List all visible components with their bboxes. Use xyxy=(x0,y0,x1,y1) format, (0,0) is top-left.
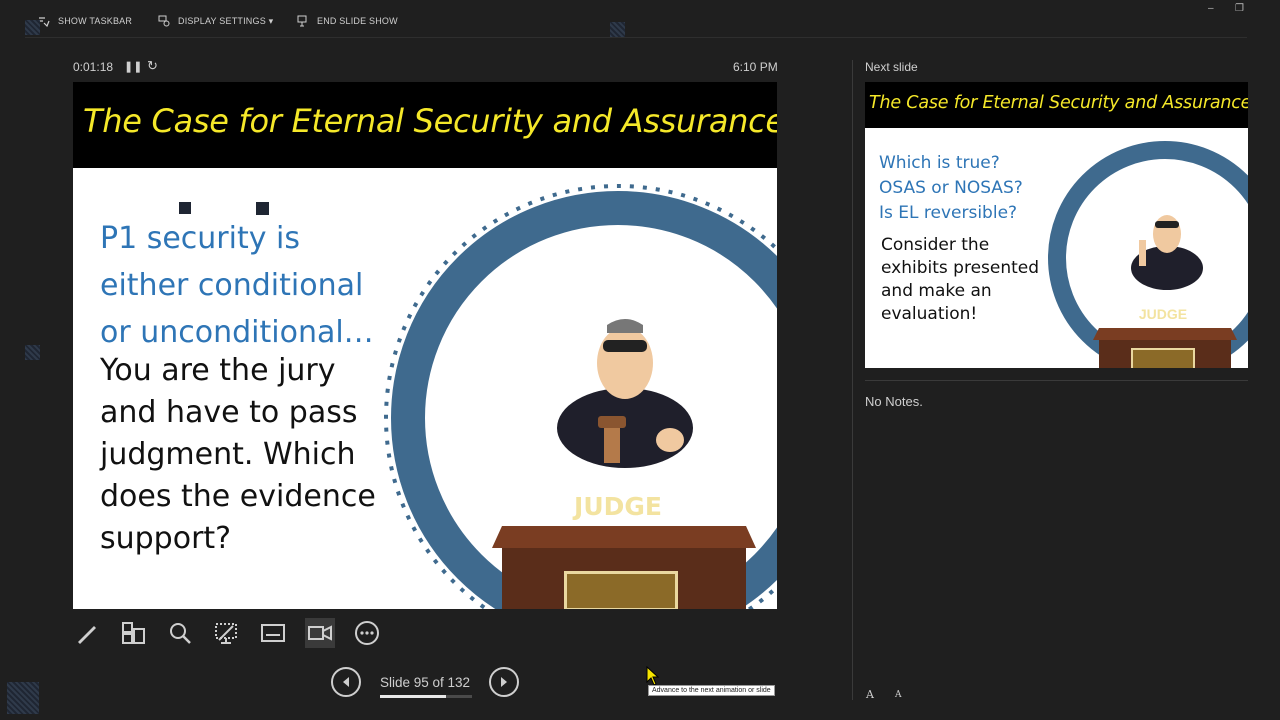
end-slide-show-label: END SLIDE SHOW xyxy=(317,16,398,26)
next-slide-title: The Case for Eternal Security and Assura… xyxy=(869,93,1248,113)
decor-square xyxy=(25,345,40,360)
display-settings-icon xyxy=(158,15,170,27)
panel-divider xyxy=(852,60,853,700)
current-slide[interactable]: The Case for Eternal Security and Assura… xyxy=(73,82,777,609)
tooltip: Advance to the next animation or slide xyxy=(648,685,775,696)
decor-square xyxy=(610,22,625,37)
camera-button[interactable] xyxy=(305,618,335,648)
pen-tool-button[interactable] xyxy=(72,618,102,648)
slide-line: support? xyxy=(100,521,232,556)
slide-line: P1 security is xyxy=(100,221,300,256)
decor-square xyxy=(256,202,269,215)
next-judge-illustration xyxy=(1048,141,1248,368)
next-slide-line: and make an xyxy=(881,281,992,301)
magnifier-icon xyxy=(170,623,191,644)
end-show-icon xyxy=(297,15,307,27)
next-slide-line: evaluation! xyxy=(881,304,978,324)
display-settings-button[interactable]: DISPLAY SETTINGS ▾ xyxy=(158,12,273,30)
slide-line: judgment. Which xyxy=(100,437,356,472)
notes-divider xyxy=(865,380,1248,381)
slide-line: You are the jury xyxy=(100,353,336,388)
video-camera-icon xyxy=(308,625,332,641)
next-slide-line: Consider the xyxy=(881,235,990,255)
mouse-cursor-icon xyxy=(646,666,660,686)
next-slide-line: Which is true? xyxy=(879,153,1000,173)
slide-line: or unconditional… xyxy=(100,315,374,350)
next-slide-blue-text: Which is true? OSAS or NOSAS? Is EL reve… xyxy=(879,151,1023,226)
next-slide-line: Is EL reversible? xyxy=(879,203,1018,223)
chevron-right-icon xyxy=(501,677,507,687)
next-slide-preview[interactable]: The Case for Eternal Security and Assura… xyxy=(865,82,1248,368)
slide-line: does the evidence xyxy=(100,479,376,514)
pen-icon xyxy=(78,626,96,644)
next-slide-button[interactable] xyxy=(489,667,519,697)
minimize-button[interactable]: – xyxy=(1208,3,1214,14)
judge-illustration xyxy=(384,184,777,609)
next-slide-label: Next slide xyxy=(865,60,918,74)
pause-timer-button[interactable]: ❚❚ xyxy=(124,60,142,73)
judge-figure xyxy=(492,319,756,609)
slide-blue-text: P1 security is either conditional or unc… xyxy=(100,215,430,356)
next-judge-label: JUDGE xyxy=(1138,306,1188,322)
display-settings-label: DISPLAY SETTINGS ▾ xyxy=(178,15,274,26)
previous-slide-button[interactable] xyxy=(331,667,361,697)
slide-line: and have to pass xyxy=(100,395,358,430)
next-slide-line: exhibits presented xyxy=(881,258,1040,278)
black-screen-button[interactable] xyxy=(211,618,241,648)
more-icon xyxy=(355,621,379,645)
judge-label: JUDGE xyxy=(574,492,662,521)
show-taskbar-label: SHOW TASKBAR xyxy=(58,16,133,26)
toolbar-divider xyxy=(25,37,1247,38)
slide-counter[interactable]: Slide 95 of 132 xyxy=(380,675,470,690)
decor-square xyxy=(25,20,40,35)
chevron-left-icon xyxy=(343,677,349,687)
decor-square xyxy=(179,202,191,214)
next-slide-line: OSAS or NOSAS? xyxy=(879,178,1023,198)
clock: 6:10 PM xyxy=(733,60,778,74)
elapsed-timer: 0:01:18 xyxy=(73,60,114,74)
slide-progress-fill xyxy=(380,695,447,698)
slide-black-text: You are the jury and have to pass judgme… xyxy=(100,350,430,560)
show-taskbar-button[interactable]: SHOW TASKBAR xyxy=(38,12,132,30)
restore-button[interactable]: ❐ xyxy=(1235,3,1244,14)
see-all-slides-button[interactable] xyxy=(118,618,148,648)
slide-progress-bar xyxy=(380,695,472,698)
subtitles-button[interactable] xyxy=(258,618,288,648)
increase-font-button[interactable]: A xyxy=(866,688,874,701)
slide-title: The Case for Eternal Security and Assura… xyxy=(83,102,777,140)
more-options-button[interactable] xyxy=(352,618,382,648)
decor-square xyxy=(7,682,39,714)
slide-line: either conditional xyxy=(100,268,364,303)
decrease-font-button[interactable]: A xyxy=(895,690,902,700)
next-slide-black-text: Consider the exhibits presented and make… xyxy=(881,234,1039,326)
screen-icon xyxy=(215,623,237,644)
speaker-notes[interactable]: No Notes. xyxy=(865,394,923,409)
grid-icon xyxy=(122,622,145,644)
restart-timer-button[interactable]: ↻ xyxy=(147,58,158,74)
zoom-button[interactable] xyxy=(165,618,195,648)
end-slide-show-button[interactable]: END SLIDE SHOW xyxy=(297,12,398,30)
subtitles-icon xyxy=(261,624,285,642)
